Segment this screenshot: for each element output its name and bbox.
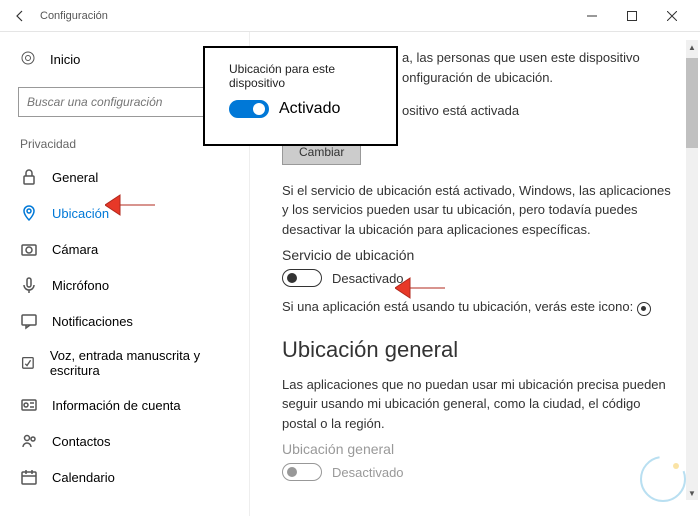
device-location-toggle[interactable]	[229, 100, 269, 118]
general-description: Las aplicaciones que no puedan usar mi u…	[282, 375, 676, 434]
toggle-label: Desactivado	[332, 465, 404, 480]
search-field[interactable]	[27, 95, 222, 109]
close-button[interactable]	[652, 0, 692, 32]
callout-title: Ubicación para este dispositivo	[229, 62, 372, 90]
device-location-callout: Ubicación para este dispositivo Activado	[203, 46, 398, 146]
service-description: Si el servicio de ubicación está activad…	[282, 181, 676, 240]
id-icon	[20, 396, 38, 414]
arrow-left-icon	[13, 9, 27, 23]
general-location-toggle	[282, 463, 322, 481]
nav-label: Notificaciones	[52, 314, 133, 329]
callout-toggle-label: Activado	[279, 100, 340, 118]
intro-text: a, las personas que usen este dispositiv…	[402, 48, 676, 87]
nav-item-account[interactable]: Información de cuenta	[0, 387, 249, 423]
nav-label: Cámara	[52, 242, 98, 257]
nav-item-contacts[interactable]: Contactos	[0, 423, 249, 459]
nav-item-notifications[interactable]: Notificaciones	[0, 303, 249, 339]
gear-icon	[20, 50, 36, 69]
status-text: ositivo está activada	[402, 101, 676, 121]
chat-icon	[20, 312, 38, 330]
lock-icon	[20, 168, 38, 186]
nav-item-camera[interactable]: Cámara	[0, 231, 249, 267]
scroll-up-arrow[interactable]: ▲	[686, 40, 698, 54]
target-icon	[637, 302, 651, 316]
general-sublabel: Ubicación general	[282, 441, 676, 457]
nav-label: Voz, entrada manuscrita y escritura	[50, 348, 229, 378]
nav-label: Contactos	[52, 434, 111, 449]
contacts-icon	[20, 432, 38, 450]
nav-label: Calendario	[52, 470, 115, 485]
camera-icon	[20, 240, 38, 258]
window-title: Configuración	[40, 10, 572, 22]
location-icon	[20, 204, 38, 222]
nav-label: General	[52, 170, 98, 185]
annotation-arrow	[105, 192, 155, 218]
nav-item-microphone[interactable]: Micrófono	[0, 267, 249, 303]
nav-item-callhistory[interactable]: Historial de llamadas	[0, 495, 249, 504]
nav-label: Información de cuenta	[52, 398, 181, 413]
nav-item-speech[interactable]: Voz, entrada manuscrita y escritura	[0, 339, 249, 387]
general-heading: Ubicación general	[282, 337, 676, 363]
icon-note: Si una aplicación está usando tu ubicaci…	[282, 297, 676, 317]
scrollbar[interactable]: ▲ ▼	[686, 40, 698, 500]
scroll-thumb[interactable]	[686, 58, 698, 148]
annotation-arrow	[395, 275, 445, 301]
service-heading: Servicio de ubicación	[282, 247, 676, 263]
mic-icon	[20, 276, 38, 294]
minimize-button[interactable]	[572, 0, 612, 32]
maximize-button[interactable]	[612, 0, 652, 32]
home-label: Inicio	[50, 52, 80, 67]
nav-label: Ubicación	[52, 206, 109, 221]
toggle-label: Desactivado	[332, 271, 404, 286]
search-input[interactable]	[18, 87, 231, 117]
location-service-toggle[interactable]	[282, 269, 322, 287]
back-button[interactable]	[8, 4, 32, 28]
nav-item-calendar[interactable]: Calendario	[0, 459, 249, 495]
nav-label: Micrófono	[52, 278, 109, 293]
nav-item-general[interactable]: General	[0, 159, 249, 195]
watermark-icon	[638, 454, 688, 504]
icon-note-text: Si una aplicación está usando tu ubicaci…	[282, 299, 637, 314]
pen-icon	[20, 354, 36, 372]
calendar-icon	[20, 468, 38, 486]
